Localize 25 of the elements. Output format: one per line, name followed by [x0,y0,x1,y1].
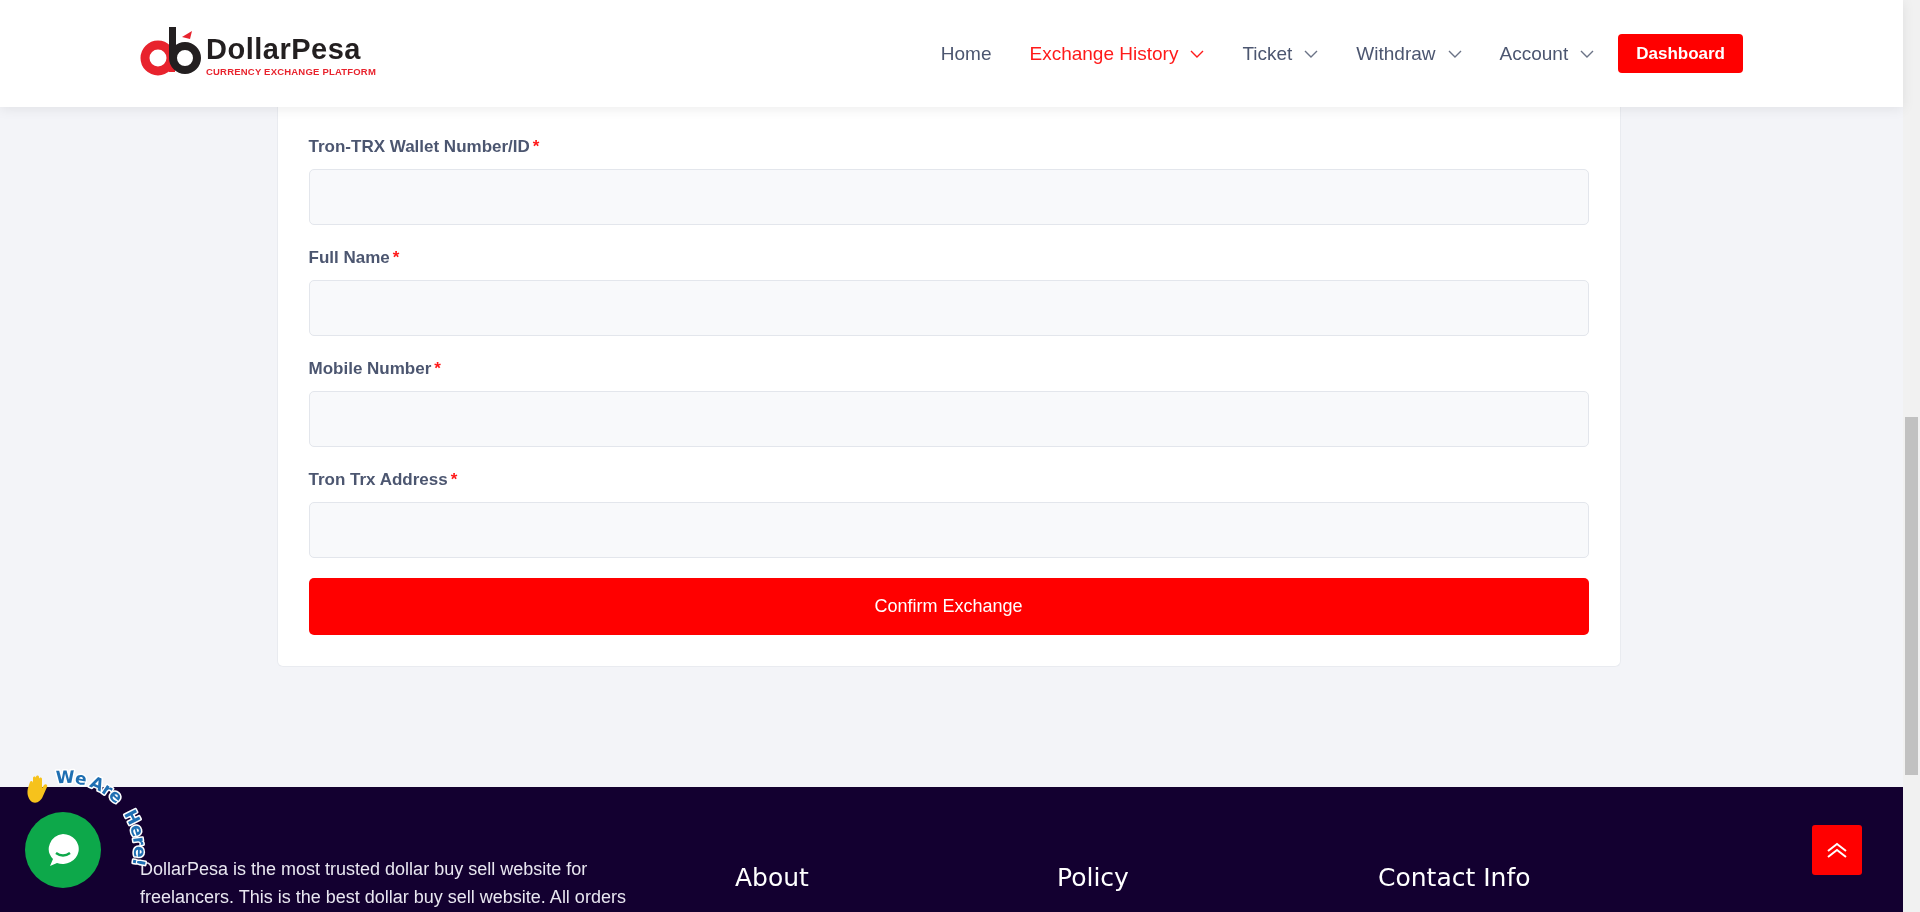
footer-heading: About [735,863,809,892]
footer-heading: Policy [1057,863,1129,892]
nav-link[interactable]: Exchange History [1029,42,1205,65]
logo-name: DollarPesa [206,34,362,64]
footer-heading: Contact Info [1378,863,1531,892]
input-field[interactable] [308,169,1589,225]
field-label: Tron-TRX Wallet Number/ID * [308,137,541,157]
field-label: Mobile Number * [308,359,442,379]
nav-link[interactable]: Withdraw [1356,42,1462,65]
scrollbar[interactable] [1903,0,1920,912]
confirm-exchange-button[interactable]: Confirm Exchange [308,578,1589,635]
field-label: Full Name * [308,248,401,268]
logo-tagline: CURRENCY EXCHANGE PLATFORM [206,65,377,77]
input-field[interactable] [308,502,1589,558]
dashboard-button[interactable]: Dashboard [1618,34,1743,73]
input-field[interactable] [308,280,1589,336]
nav-link[interactable]: Account [1499,42,1595,65]
double-chevron-up-icon [1826,842,1848,858]
field-label: Tron Trx Address * [308,470,459,490]
scroll-to-top-button[interactable] [1812,825,1862,875]
nav-link[interactable]: Ticket [1242,42,1319,65]
chat-caption-word: We [55,766,89,790]
logo-icon [140,24,204,77]
nav-link[interactable]: Home [940,42,992,65]
input-field[interactable] [308,391,1589,447]
